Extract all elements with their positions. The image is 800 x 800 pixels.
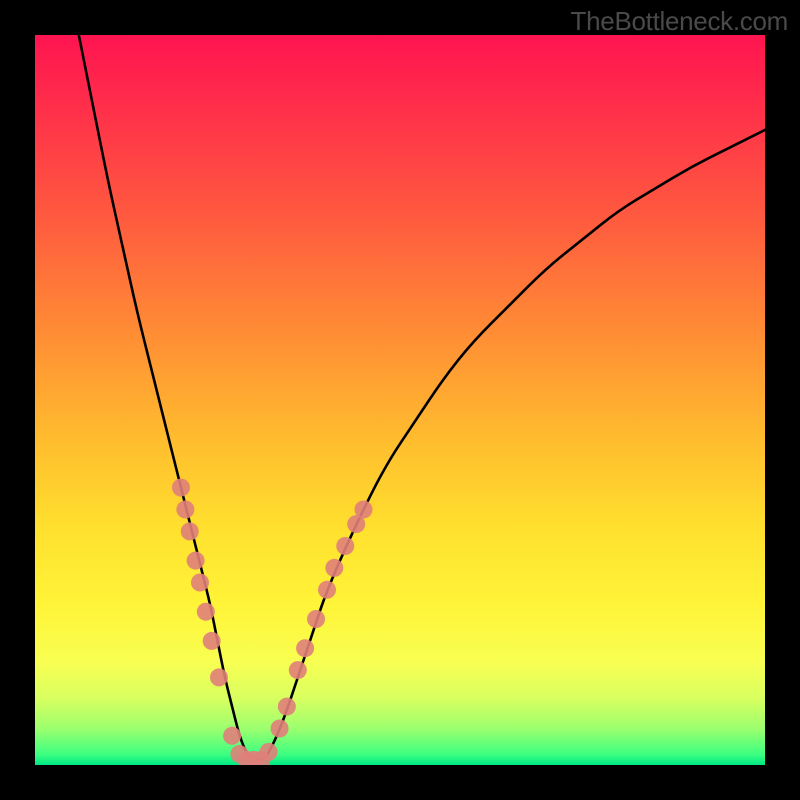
bottleneck-curve (35, 35, 765, 765)
curve-marker (176, 501, 194, 519)
curve-marker (210, 668, 228, 686)
chart-frame: TheBottleneck.com (0, 0, 800, 800)
curve-marker (203, 632, 221, 650)
curve-marker (181, 522, 199, 540)
curve-marker (223, 727, 241, 745)
curve-marker (278, 698, 296, 716)
watermark-text: TheBottleneck.com (571, 6, 788, 37)
curve-marker (307, 610, 325, 628)
curve-marker (172, 479, 190, 497)
curve-marker (336, 537, 354, 555)
curve-marker (271, 720, 289, 738)
curve-marker (296, 639, 314, 657)
curve-marker (260, 743, 278, 761)
plot-area (35, 35, 765, 765)
curve-marker (197, 603, 215, 621)
curve-marker (289, 661, 307, 679)
curve-marker (318, 581, 336, 599)
curve-marker (325, 559, 343, 577)
curve-marker (191, 574, 209, 592)
curve-marker (355, 501, 373, 519)
curve-marker (187, 552, 205, 570)
